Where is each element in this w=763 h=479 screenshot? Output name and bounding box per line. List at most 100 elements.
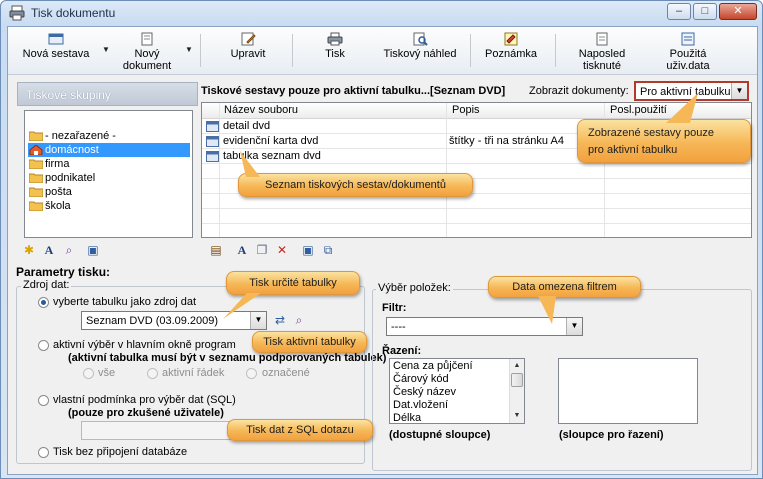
refresh-icon[interactable]: ⇄ xyxy=(272,312,288,328)
folder-icon xyxy=(29,173,43,183)
list-item[interactable]: Cena za půjčení xyxy=(393,360,473,372)
window-icon[interactable]: ▣ xyxy=(300,242,316,258)
report-icon xyxy=(206,151,219,162)
print-preview-icon xyxy=(413,32,428,46)
printer-app-icon xyxy=(9,5,25,21)
window-icon[interactable]: ▣ xyxy=(85,242,101,258)
table-select-value: Seznam DVD (03.09.2009) xyxy=(86,315,219,327)
list-item[interactable]: Dat.vložení xyxy=(393,399,448,411)
copy-icon[interactable]: ❐ xyxy=(254,242,270,258)
add-group-icon[interactable]: ✱ xyxy=(21,242,37,258)
radio-sql[interactable] xyxy=(38,395,49,406)
sort-label: Řazení: xyxy=(382,345,422,357)
chevron-down-icon[interactable]: ▼ xyxy=(102,45,110,54)
sql-label: vlastní podmínka pro výběr dat (SQL) xyxy=(53,394,236,406)
col-description[interactable]: Popis xyxy=(452,104,480,116)
list-item[interactable]: Čárový kód xyxy=(393,373,449,385)
new-set-icon xyxy=(48,33,64,45)
print-preview-button[interactable]: Tiskový náhled xyxy=(380,29,460,73)
user-data-button[interactable]: Použitá uživ.data xyxy=(656,29,720,73)
active-selection-note: (aktivní tabulka musí být v seznamu podp… xyxy=(68,352,387,364)
search-icon[interactable]: ⌕ xyxy=(291,312,307,328)
user-data-icon xyxy=(681,32,695,46)
user-data-label-1: Použitá xyxy=(669,48,707,60)
title-bar: Tisk dokumentu – □ ✕ xyxy=(1,1,762,25)
chevron-down-icon[interactable]: ▼ xyxy=(731,83,747,99)
radio-no-database[interactable] xyxy=(38,447,49,458)
radio-marked[interactable] xyxy=(246,368,257,379)
new-report-icon[interactable]: ▤ xyxy=(208,242,224,258)
callout-table: Tisk určité tabulky xyxy=(226,271,360,295)
list-scrollbar[interactable]: ▲ ▼ xyxy=(509,359,524,423)
close-button[interactable]: ✕ xyxy=(719,3,757,20)
group-label: firma xyxy=(45,158,70,170)
window-title: Tisk dokumentu xyxy=(31,6,116,20)
print-groups-header: Tiskové skupiny xyxy=(17,82,198,106)
print-groups-tree[interactable]: - nezařazené - domácnost firma podnikate… xyxy=(24,110,193,238)
list-item[interactable]: Délka xyxy=(393,412,421,423)
group-item-company[interactable]: firma xyxy=(28,157,190,171)
group-item-school[interactable]: škola xyxy=(28,199,190,213)
filter-label: Filtr: xyxy=(382,302,407,314)
new-document-label-2: dokument xyxy=(122,60,172,72)
group-item-mail[interactable]: pošta xyxy=(28,185,190,199)
marked-label: označené xyxy=(262,367,310,379)
print-button[interactable]: Tisk xyxy=(310,29,360,73)
user-data-label-2: uživ.data xyxy=(666,60,710,72)
group-item-unassigned[interactable]: - nezařazené - xyxy=(28,129,190,143)
search-icon[interactable]: ⌕ xyxy=(61,242,77,258)
radio-active-selection[interactable] xyxy=(38,340,49,351)
radio-active-row[interactable] xyxy=(147,368,158,379)
callout-active-table: Tisk aktivní tabulky xyxy=(252,331,367,353)
col-filename[interactable]: Název souboru xyxy=(224,104,298,116)
note-button[interactable]: Poznámka xyxy=(481,29,541,73)
scroll-down-icon[interactable]: ▼ xyxy=(510,409,524,423)
delete-icon[interactable]: ✕ xyxy=(274,242,290,258)
data-source-label: Zdroj dat: xyxy=(21,279,72,291)
new-set-button[interactable]: Nová sestava xyxy=(20,29,92,73)
show-documents-label: Zobrazit dokumenty: xyxy=(529,85,629,97)
minimize-button[interactable]: – xyxy=(667,3,691,20)
table-source-label: vyberte tabulku jako zdroj dat xyxy=(53,296,197,308)
printer-icon xyxy=(327,32,343,46)
callout-pointer xyxy=(223,293,261,319)
filter-value: ---- xyxy=(391,321,406,333)
folder-icon xyxy=(29,159,43,169)
app-window: Tisk dokumentu – □ ✕ Nová sestava ▼ Nový… xyxy=(0,0,763,479)
toolbar-separator xyxy=(292,34,293,67)
sort-columns-list[interactable] xyxy=(558,358,698,424)
new-document-button[interactable]: Nový dokument xyxy=(116,29,178,73)
scroll-thumb[interactable] xyxy=(511,373,523,387)
active-row-label: aktivní řádek xyxy=(162,367,225,379)
maximize-button[interactable]: □ xyxy=(693,3,717,20)
note-label: Poznámka xyxy=(485,48,537,60)
new-document-label-1: Nový xyxy=(134,48,160,60)
home-icon xyxy=(29,145,43,155)
chevron-down-icon[interactable]: ▼ xyxy=(566,318,582,335)
group-label: pošta xyxy=(45,186,72,198)
scroll-up-icon[interactable]: ▲ xyxy=(510,359,524,373)
callout-sql: Tisk dat z SQL dotazu xyxy=(227,419,373,441)
group-item-household[interactable]: domácnost xyxy=(28,143,190,157)
radio-table-source[interactable] xyxy=(38,297,49,308)
toolbar-separator xyxy=(200,34,201,67)
radio-all[interactable] xyxy=(83,368,94,379)
callout-pointer xyxy=(538,296,556,324)
callout-pointer xyxy=(666,93,698,123)
available-columns-list[interactable]: Cena za půjčení Čárový kód Český název D… xyxy=(389,358,525,424)
all-label: vše xyxy=(98,367,116,379)
folder-icon xyxy=(29,187,43,197)
table-row-empty xyxy=(202,209,751,224)
edit-button[interactable]: Upravit xyxy=(218,29,278,73)
note-icon xyxy=(504,32,518,46)
chevron-down-icon[interactable]: ▼ xyxy=(185,45,193,54)
active-selection-label: aktivní výběr v hlavním okně program xyxy=(53,339,236,351)
rename-icon[interactable]: A xyxy=(41,242,57,258)
last-printed-button[interactable]: Naposled tisknuté xyxy=(571,29,633,73)
move-icon[interactable]: ⧉ xyxy=(320,242,336,258)
list-item[interactable]: Český název xyxy=(393,386,456,398)
rename-icon[interactable]: A xyxy=(234,242,250,258)
group-item-entrepreneur[interactable]: podnikatel xyxy=(28,171,190,185)
last-printed-label-2: tisknuté xyxy=(583,60,621,72)
report-icon xyxy=(206,121,219,132)
